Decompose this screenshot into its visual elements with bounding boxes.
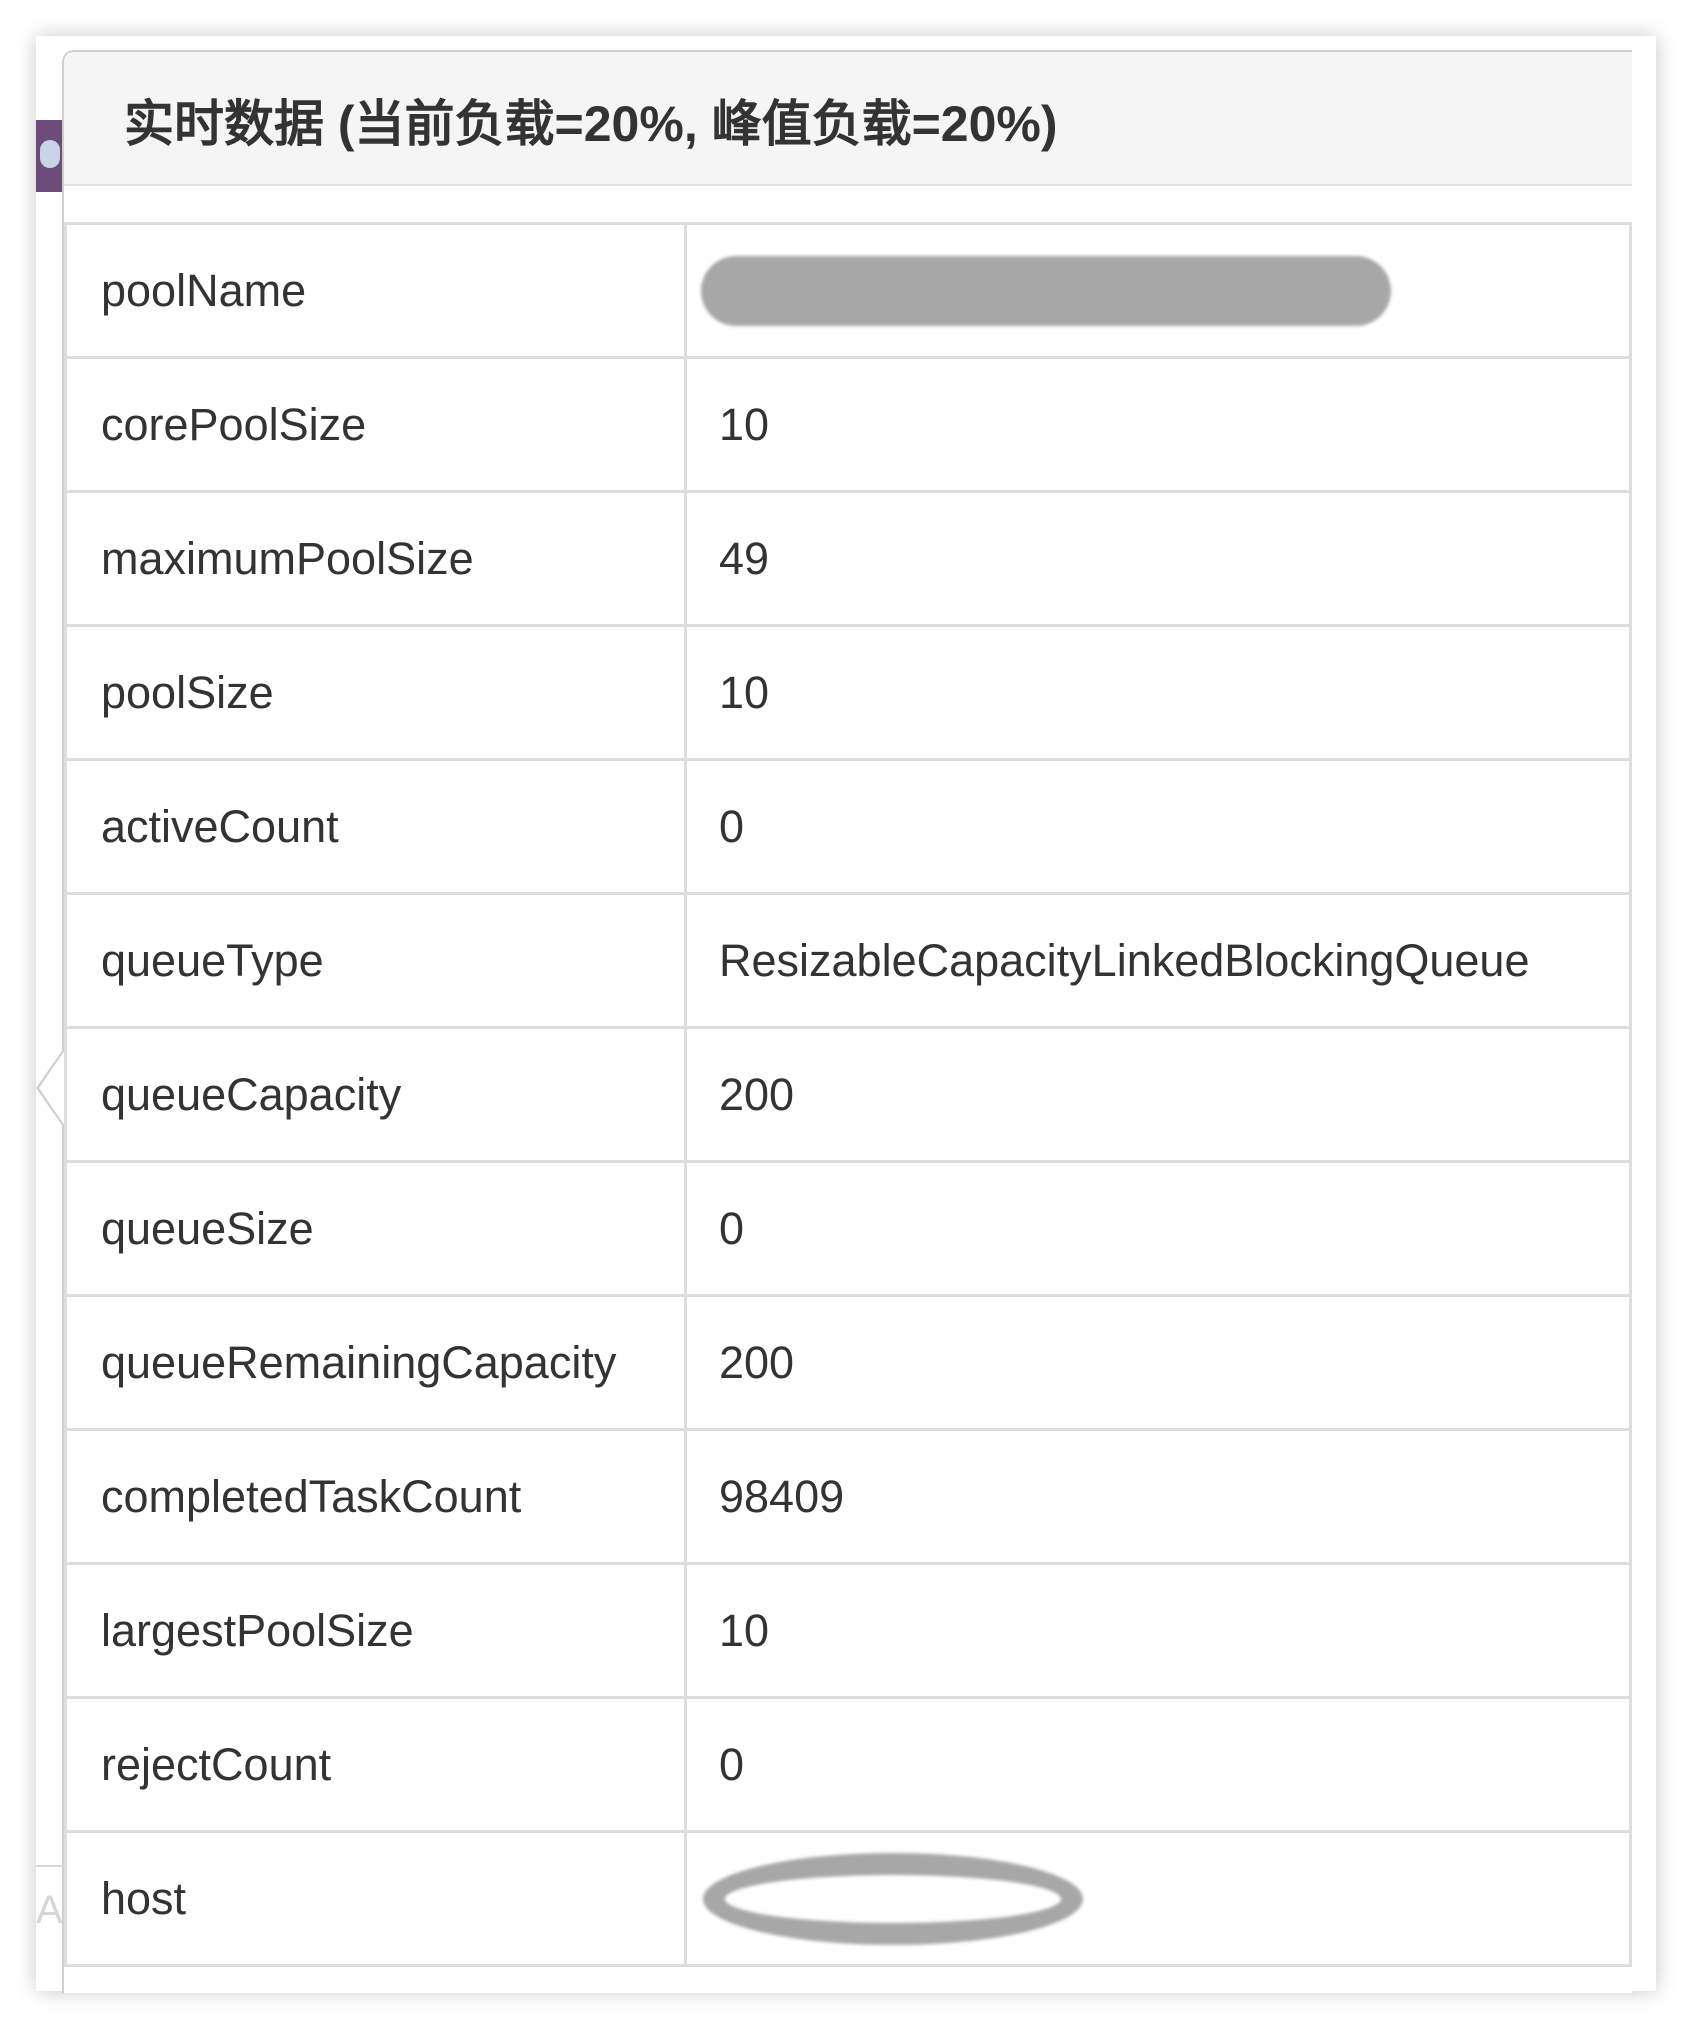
row-value: 98409 <box>684 1428 1632 1565</box>
row-key: queueType <box>64 892 687 1029</box>
row-value-redacted <box>684 222 1632 359</box>
row-value: 0 <box>684 758 1632 895</box>
redacted-pool-name <box>701 255 1391 326</box>
row-key: maximumPoolSize <box>64 490 687 627</box>
row-value: 200 <box>684 1026 1632 1163</box>
table-row: poolName <box>64 222 1632 359</box>
table-row: poolSize 10 <box>64 624 1632 761</box>
row-value: 10 <box>684 1562 1632 1699</box>
row-value-redacted <box>684 1830 1632 1967</box>
background-app-icon <box>40 140 60 168</box>
row-key: largestPoolSize <box>64 1562 687 1699</box>
row-key: queueRemainingCapacity <box>64 1294 687 1431</box>
realtime-data-popover: 实时数据 (当前负载=20%, 峰值负载=20%) poolName coreP… <box>36 50 1632 1993</box>
row-value: ResizableCapacityLinkedBlockingQueue <box>684 892 1632 1029</box>
row-key: corePoolSize <box>64 356 687 493</box>
row-value: 0 <box>684 1160 1632 1297</box>
thread-pool-stats-table: poolName corePoolSize 10 maximumPoolSize… <box>64 222 1632 1967</box>
row-key: rejectCount <box>64 1696 687 1833</box>
popover-title: 实时数据 (当前负载=20%, 峰值负载=20%) <box>124 96 1058 152</box>
row-key: poolSize <box>64 624 687 761</box>
background-divider <box>36 1865 62 1867</box>
table-row: corePoolSize 10 <box>64 356 1632 493</box>
table-row: largestPoolSize 10 <box>64 1562 1632 1699</box>
popover-header: 实时数据 (当前负载=20%, 峰值负载=20%) <box>64 52 1632 186</box>
table-row: queueRemainingCapacity 200 <box>64 1294 1632 1431</box>
redacted-host <box>703 1852 1083 1945</box>
row-key: host <box>64 1830 687 1967</box>
background-text-fragment: A <box>36 1888 63 1932</box>
popover-arrow-fill <box>39 1050 65 1126</box>
row-value: 49 <box>684 490 1632 627</box>
table-row: completedTaskCount 98409 <box>64 1428 1632 1565</box>
row-key: queueCapacity <box>64 1026 687 1163</box>
stats-table-container: poolName corePoolSize 10 maximumPoolSize… <box>64 222 1632 1967</box>
table-row: host <box>64 1830 1632 1967</box>
table-row: queueType ResizableCapacityLinkedBlockin… <box>64 892 1632 1029</box>
row-key: queueSize <box>64 1160 687 1297</box>
row-value: 10 <box>684 356 1632 493</box>
row-value: 200 <box>684 1294 1632 1431</box>
row-key: poolName <box>64 222 687 359</box>
row-key: activeCount <box>64 758 687 895</box>
table-row: rejectCount 0 <box>64 1696 1632 1833</box>
row-value: 0 <box>684 1696 1632 1833</box>
row-value: 10 <box>684 624 1632 761</box>
table-row: maximumPoolSize 49 <box>64 490 1632 627</box>
table-row: activeCount 0 <box>64 758 1632 895</box>
table-row: queueCapacity 200 <box>64 1026 1632 1163</box>
row-key: completedTaskCount <box>64 1428 687 1565</box>
table-row: queueSize 0 <box>64 1160 1632 1297</box>
